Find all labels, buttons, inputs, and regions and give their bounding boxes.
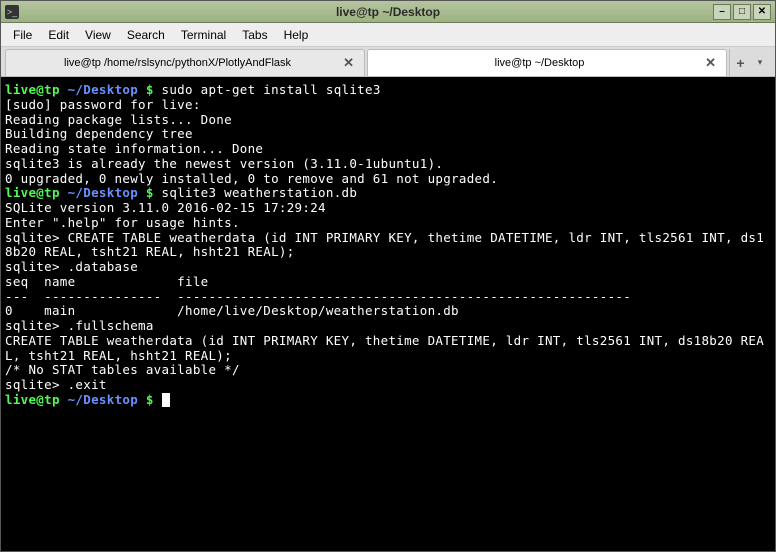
tab-desktop[interactable]: live@tp ~/Desktop ✕ xyxy=(367,49,727,76)
terminal-content[interactable]: live@tp ~/Desktop $ sudo apt-get install… xyxy=(1,77,775,551)
prompt-path: ~/Desktop xyxy=(68,185,138,200)
tab-label: live@tp /home/rslsync/pythonX/PlotlyAndF… xyxy=(14,57,341,69)
output-text: [sudo] password for live: Reading packag… xyxy=(5,97,498,186)
menu-terminal[interactable]: Terminal xyxy=(173,24,234,46)
window-title: live@tp ~/Desktop xyxy=(336,5,440,19)
tab-plotly[interactable]: live@tp /home/rslsync/pythonX/PlotlyAndF… xyxy=(5,49,365,76)
maximize-button[interactable]: □ xyxy=(733,4,751,20)
close-window-button[interactable]: ✕ xyxy=(753,4,771,20)
menu-help[interactable]: Help xyxy=(276,24,317,46)
close-icon[interactable]: ✕ xyxy=(341,55,356,71)
prompt-dollar: $ xyxy=(146,82,154,97)
tab-label: live@tp ~/Desktop xyxy=(376,57,703,69)
menu-file[interactable]: File xyxy=(5,24,40,46)
menu-tabs[interactable]: Tabs xyxy=(234,24,275,46)
prompt-user: live@tp xyxy=(5,185,60,200)
command-text: sqlite3 weatherstation.db xyxy=(162,185,358,200)
prompt-path: ~/Desktop xyxy=(68,82,138,97)
add-tab-button[interactable]: + xyxy=(729,49,751,76)
prompt-path: ~/Desktop xyxy=(68,392,138,407)
prompt-user: live@tp xyxy=(5,392,60,407)
output-text: SQLite version 3.11.0 2016-02-15 17:29:2… xyxy=(5,200,764,392)
tab-dropdown-button[interactable]: ▾ xyxy=(751,49,769,76)
menu-view[interactable]: View xyxy=(77,24,119,46)
menu-edit[interactable]: Edit xyxy=(40,24,77,46)
cursor xyxy=(162,393,170,407)
minimize-button[interactable]: – xyxy=(713,4,731,20)
prompt-dollar: $ xyxy=(146,392,154,407)
titlebar[interactable]: >_ live@tp ~/Desktop – □ ✕ xyxy=(1,1,775,23)
menubar: File Edit View Search Terminal Tabs Help xyxy=(1,23,775,47)
menu-search[interactable]: Search xyxy=(119,24,173,46)
terminal-window: >_ live@tp ~/Desktop – □ ✕ File Edit Vie… xyxy=(0,0,776,552)
prompt-dollar: $ xyxy=(146,185,154,200)
tabbar: live@tp /home/rslsync/pythonX/PlotlyAndF… xyxy=(1,47,775,77)
app-icon: >_ xyxy=(5,5,19,19)
prompt-user: live@tp xyxy=(5,82,60,97)
close-icon[interactable]: ✕ xyxy=(703,55,718,71)
command-text: sudo apt-get install sqlite3 xyxy=(162,82,381,97)
